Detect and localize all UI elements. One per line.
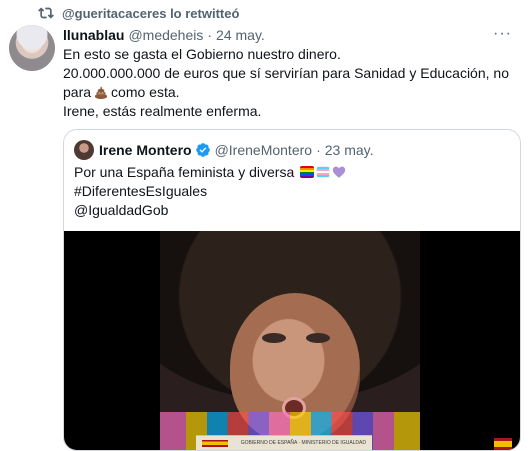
retweet-context[interactable]: @gueritacaceres lo retwitteó [38, 5, 239, 21]
tweet-line-3-prefix: para [63, 84, 92, 100]
author-handle[interactable]: @medeheis [128, 27, 203, 43]
pile-of-poo-icon [94, 86, 108, 99]
author-name[interactable]: llunablau [63, 27, 124, 43]
tweet-line-4: Irene, estás realmente enferma. [63, 103, 262, 119]
quoted-separator-dot: · [316, 142, 321, 158]
separator-dot: · [207, 27, 213, 43]
quoted-tweet[interactable]: Irene Montero @IreneMontero · 23 may. Po… [63, 129, 521, 451]
quoted-line-1: Por una España feminista y diversa [74, 163, 346, 182]
tweet-line-3: para como esta. [63, 83, 518, 102]
quoted-tweet-header: Irene Montero @IreneMontero · 23 may. [74, 140, 374, 160]
quoted-tweet-date[interactable]: 23 may. [325, 142, 374, 158]
retweet-icon [38, 7, 54, 19]
spain-logo-icon [202, 439, 228, 447]
tweet-line-2: 20.000.000.000 de euros que sí servirían… [63, 65, 509, 81]
tweet-line-1: En esto se gasta el Gobierno nuestro din… [63, 46, 341, 62]
tweet-text: En esto se gasta el Gobierno nuestro din… [63, 45, 518, 121]
quoted-tweet-text: Por una España feminista y diversa #Dife… [74, 163, 346, 220]
video-caption-text: GOBIERNO DE ESPAÑA · MINISTERIO DE IGUAL… [240, 440, 366, 446]
quoted-line-1-text: Por una España feminista y diversa [74, 164, 295, 180]
hashtag-link[interactable]: #DiferentesEsIguales [74, 182, 346, 201]
tweet-line-3-suffix: como esta. [111, 84, 180, 100]
purple-heart-icon [333, 166, 346, 178]
retweet-label[interactable]: @gueritacaceres lo retwitteó [62, 6, 239, 21]
video-player[interactable]: GOBIERNO DE ESPAÑA · MINISTERIO DE IGUAL… [64, 231, 520, 450]
spain-flag-icon [494, 438, 512, 450]
video-frame: GOBIERNO DE ESPAÑA · MINISTERIO DE IGUAL… [160, 231, 420, 450]
quoted-author-handle[interactable]: @IreneMontero [215, 142, 312, 158]
tweet-date[interactable]: 24 may. [216, 27, 265, 43]
quoted-avatar[interactable] [74, 140, 94, 160]
quoted-author-name[interactable]: Irene Montero [99, 142, 192, 158]
tweet-header: llunablau @medeheis · 24 may. ··· [63, 25, 512, 44]
mention-link[interactable]: @IgualdadGob [74, 201, 346, 220]
more-options-icon[interactable]: ··· [493, 25, 512, 43]
video-caption-bar: GOBIERNO DE ESPAÑA · MINISTERIO DE IGUAL… [196, 435, 372, 450]
transgender-flag-icon [316, 166, 331, 178]
avatar[interactable] [9, 25, 55, 71]
rainbow-flag-icon [300, 166, 315, 178]
verified-badge-icon [195, 143, 210, 157]
